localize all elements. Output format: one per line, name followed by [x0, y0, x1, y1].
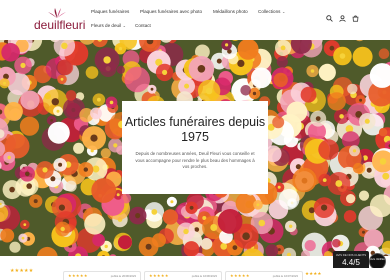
- review-stars: ★★★★★: [149, 273, 169, 278]
- review-stars: ★★★★★: [230, 273, 250, 278]
- review-stars: ★★★★★: [68, 273, 88, 278]
- site-header: deuilfleuri Plaques funéraires Plaques f…: [0, 0, 390, 40]
- rating-stars: ★★★★: [305, 271, 322, 276]
- hero-title: Articles funéraires depuis 1975: [124, 115, 266, 144]
- nav-fleurs-label: Fleurs de deuil: [91, 23, 122, 28]
- logo-text: deuilfleuri: [34, 18, 86, 32]
- nav-plaques-funeraires[interactable]: Plaques funéraires: [91, 9, 129, 15]
- hero-banner: Articles funéraires depuis 1975 Depuis d…: [0, 40, 390, 256]
- nav-contact[interactable]: Contact: [135, 23, 151, 29]
- nav-collections[interactable]: Collections ⌄: [258, 9, 285, 15]
- account-icon[interactable]: [339, 15, 346, 22]
- review-strip: ★★★★★ ★★★★★ publié le 20/06/2023 ★★★★★ p…: [0, 268, 390, 280]
- chevron-down-icon: ⌄: [122, 23, 126, 28]
- logo[interactable]: deuilfleuri: [34, 8, 86, 32]
- review-card[interactable]: ★★★★★ publié le 20/06/2023: [63, 271, 141, 280]
- review-card[interactable]: ★★★★★ publié le 16/07/2023: [225, 271, 303, 280]
- chevron-down-icon: ⌄: [281, 9, 286, 14]
- flower-logo-icon: [48, 8, 66, 18]
- review-card[interactable]: ★★★★★ publié le 16/06/2023: [144, 271, 222, 280]
- reviews-score: 4.4/5: [342, 258, 360, 267]
- search-icon[interactable]: [326, 15, 333, 22]
- hero-text: Depuis de nombreuses années, Deuil Fleur…: [135, 151, 255, 169]
- nav-plaques-avec-photo[interactable]: Plaques funéraires avec photo: [140, 9, 202, 15]
- rating-stars: ★★★★★: [10, 268, 34, 274]
- header-icons: [324, 15, 360, 25]
- reviews-widget-title: AVIS DE NOS CLIENTS: [335, 253, 367, 257]
- nav-fleurs-de-deuil[interactable]: Fleurs de deuil ⌄: [91, 23, 126, 29]
- review-date: publié le 20/06/2023: [110, 274, 136, 278]
- nav-collections-label: Collections: [258, 9, 281, 14]
- page: deuilfleuri Plaques funéraires Plaques f…: [0, 0, 390, 280]
- review-date: publié le 16/07/2023: [272, 274, 298, 278]
- hero-card: Articles funéraires depuis 1975 Depuis d…: [122, 101, 268, 194]
- nav-medaillons-photo[interactable]: Médaillons photo: [213, 9, 248, 15]
- cart-icon[interactable]: [352, 15, 359, 22]
- review-date: publié le 16/06/2023: [191, 274, 217, 278]
